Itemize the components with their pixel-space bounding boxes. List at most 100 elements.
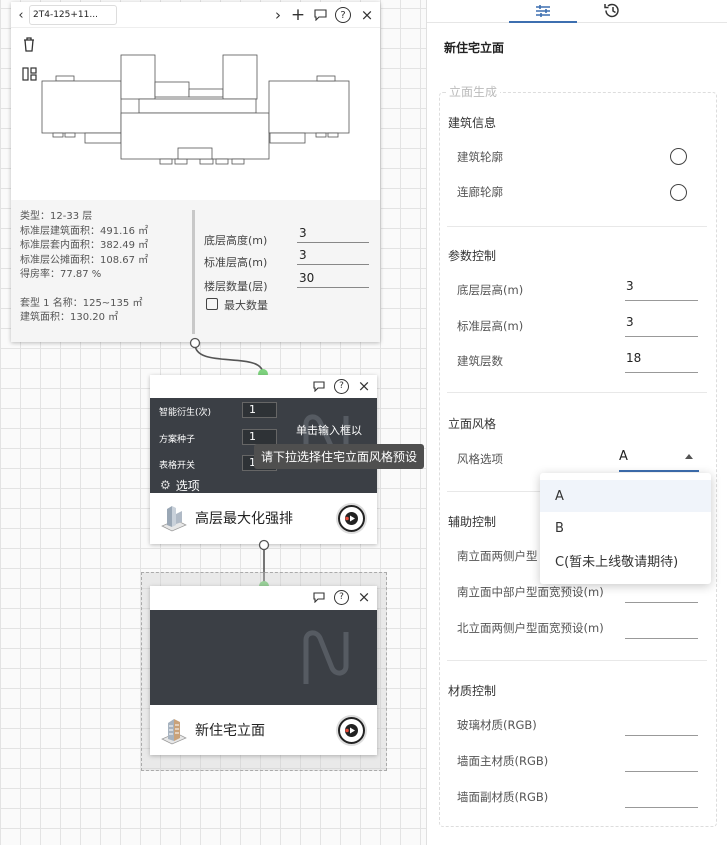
section-facade-style: 立面风格 <box>448 417 497 431</box>
comment-icon[interactable] <box>312 7 328 23</box>
dropdown-option-b[interactable]: B <box>540 512 711 544</box>
sliders-icon <box>536 4 550 17</box>
seed-input[interactable]: 1 <box>242 429 277 445</box>
info-line: 套型 1 名称：125~135 ㎡ <box>20 297 143 309</box>
field-label: 标准层高(m) <box>204 256 268 269</box>
dropdown-option-a[interactable]: A <box>540 480 711 512</box>
std-height-field[interactable]: 3 <box>625 315 698 337</box>
info-stats: 类型：12-33 层 标准层建筑面积：491.16 ㎡ 标准层套内面积：382.… <box>20 210 148 326</box>
tab-settings[interactable] <box>509 0 577 23</box>
close-icon[interactable]: × <box>357 588 371 606</box>
options-toggle[interactable]: ⚙ 选项 <box>150 477 216 493</box>
history-icon <box>604 3 619 17</box>
building-outline-label: 建筑轮廓 <box>457 150 503 164</box>
input-hint: 单击输入框以 <box>296 424 362 437</box>
group-title: 立面生成 <box>446 83 501 100</box>
std-height-label: 标准层高(m) <box>457 319 524 333</box>
node-toolbar: ? × <box>150 586 377 608</box>
add-icon[interactable]: + <box>290 5 306 25</box>
material-label: 玻璃材质(RGB) <box>457 718 537 732</box>
divider <box>447 226 707 227</box>
wall-main-material-field[interactable] <box>625 750 698 772</box>
info-line: 标准层套内面积：382.49 ㎡ <box>20 240 149 251</box>
aux-label: 南立面中部户型面宽预设(m) <box>457 585 604 599</box>
info-line: 得房率：77.87 % <box>20 269 102 280</box>
panel-title: 新住宅立面 <box>444 41 505 55</box>
node-header: ‹ 2T4-125+11... › + ? × <box>11 2 380 28</box>
floor-plan-diagram <box>41 54 350 165</box>
divider <box>447 660 707 661</box>
run-button[interactable] <box>338 717 365 744</box>
trash-icon[interactable] <box>22 36 36 52</box>
node-title: 新住宅立面 <box>195 723 265 739</box>
max-count-label: 最大数量 <box>224 299 268 312</box>
glass-material-field[interactable] <box>625 714 698 736</box>
std-height-input[interactable]: 3 <box>297 248 369 265</box>
scrollbar[interactable] <box>192 210 195 334</box>
dropdown-option-c[interactable]: C(暂未上线敬请期待) <box>540 544 711 576</box>
node-title: 高层最大化强排 <box>195 511 293 527</box>
info-line: 类型：12-33 层 <box>20 211 93 222</box>
derive-count-input[interactable]: 1 <box>242 402 277 418</box>
comment-icon[interactable] <box>312 379 326 393</box>
node-toolbar: ? × <box>150 375 377 397</box>
ground-height-label: 底层层高(m) <box>457 283 524 297</box>
aux-field-3[interactable] <box>625 617 698 639</box>
material-label: 墙面副材质(RGB) <box>457 790 549 804</box>
aux-label: 北立面两侧户型面宽预设(m) <box>457 621 604 635</box>
brand-watermark-icon <box>303 630 349 684</box>
floor-count-input[interactable]: 30 <box>297 271 369 288</box>
help-icon[interactable]: ? <box>334 378 349 394</box>
wall-sub-material-field[interactable] <box>625 786 698 808</box>
caret-up-icon <box>685 454 693 459</box>
info-line: 标准层建筑面积：491.16 ㎡ <box>20 225 149 237</box>
ground-height-field[interactable]: 3 <box>625 279 698 301</box>
section-material-control: 材质控制 <box>448 684 497 698</box>
style-select[interactable]: A <box>619 448 699 472</box>
close-icon[interactable]: × <box>357 377 371 395</box>
corridor-outline-radio[interactable] <box>670 184 687 201</box>
tab-history[interactable] <box>592 0 632 20</box>
max-count-checkbox[interactable] <box>206 298 218 310</box>
node-body <box>150 610 377 705</box>
aux-label: 南立面两侧户型 <box>457 549 538 563</box>
info-line: 建筑面积：130.20 ㎡ <box>20 312 119 323</box>
layout-icon[interactable] <box>21 66 37 82</box>
chevron-left-icon[interactable]: ‹ <box>14 6 28 24</box>
aux-field-2[interactable] <box>625 581 698 603</box>
divider <box>447 392 707 393</box>
style-tooltip: 请下拉选择住宅立面风格预设 <box>254 444 425 469</box>
floors-label: 建筑层数 <box>457 354 503 368</box>
field-label: 底层高度(m) <box>204 234 268 247</box>
section-aux-control: 辅助控制 <box>448 515 497 529</box>
ground-height-input[interactable]: 3 <box>297 226 369 243</box>
chevron-right-icon[interactable]: › <box>271 6 285 24</box>
material-label: 墙面主材质(RGB) <box>457 754 549 768</box>
corridor-outline-label: 连廊轮廓 <box>457 185 503 199</box>
facade-node[interactable]: ? × 新住宅立面 <box>150 586 377 755</box>
param-label: 方案种子 <box>159 435 196 445</box>
help-icon[interactable]: ? <box>334 589 349 605</box>
style-option-label: 风格选项 <box>457 452 503 466</box>
node-tab[interactable]: 2T4-125+11... <box>29 5 117 25</box>
close-icon[interactable]: × <box>359 6 375 24</box>
building-outline-radio[interactable] <box>670 148 687 165</box>
building-facade-icon <box>161 719 187 745</box>
output-port[interactable] <box>189 340 201 352</box>
param-label: 智能衍生(次) <box>159 408 212 418</box>
properties-panel: 新住宅立面 立面生成 建筑信息 建筑轮廓 连廊轮廓 参数控制 底层层高(m) 3… <box>426 0 727 845</box>
help-icon[interactable]: ? <box>335 7 351 23</box>
run-button[interactable] <box>338 505 365 532</box>
section-param-control: 参数控制 <box>448 249 497 263</box>
node-footer: 新住宅立面 <box>150 711 377 749</box>
options-label: 选项 <box>175 478 200 493</box>
floors-field[interactable]: 18 <box>625 351 698 373</box>
building-node[interactable]: ‹ 2T4-125+11... › + ? × 类型：12-33 层 标准层建筑… <box>11 2 380 342</box>
info-line: 标准层公摊面积：108.67 ㎡ <box>20 254 149 266</box>
comment-icon[interactable] <box>312 590 326 604</box>
panel-tabs <box>427 0 727 23</box>
section-building-info: 建筑信息 <box>448 116 497 130</box>
style-dropdown-menu: A B C(暂未上线敬请期待) <box>540 473 711 584</box>
gear-icon: ⚙ <box>160 478 171 492</box>
field-label: 楼层数量(层) <box>204 280 268 293</box>
